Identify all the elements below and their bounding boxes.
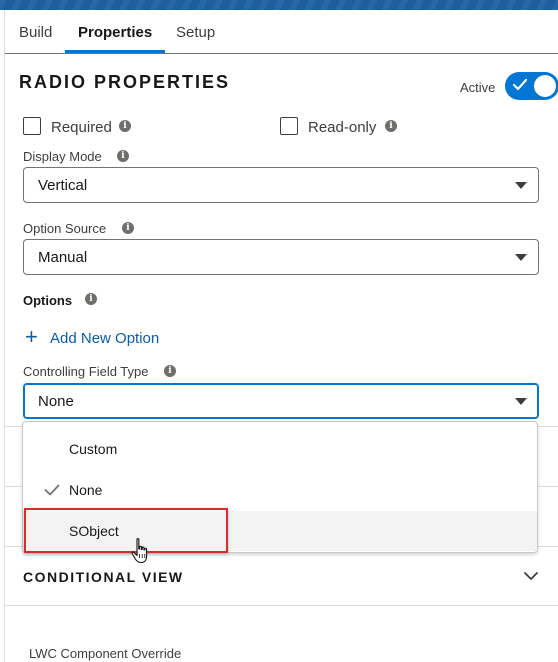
highlight-annotation <box>24 508 228 553</box>
controlling-field-type-label: Controlling Field Type <box>23 364 149 379</box>
controlling-field-type-select[interactable]: None <box>23 383 539 419</box>
plus-icon: + <box>25 324 38 349</box>
option-label: None <box>69 482 103 498</box>
option-label: Custom <box>69 441 118 457</box>
option-none[interactable]: None <box>23 470 537 510</box>
option-source-value: Manual <box>38 249 88 266</box>
display-mode-label: Display Mode <box>23 149 102 164</box>
properties-panel: Build Properties Setup RADIO PROPERTIES … <box>4 10 558 662</box>
caret-down-icon <box>515 254 527 261</box>
caret-down-icon <box>515 398 527 405</box>
info-icon[interactable]: i <box>85 293 97 305</box>
display-mode-value: Vertical <box>38 177 88 194</box>
readonly-label: Read-only <box>308 119 377 136</box>
tab-properties[interactable]: Properties <box>78 24 152 41</box>
info-icon[interactable]: i <box>164 365 176 377</box>
active-tab-indicator <box>65 50 165 53</box>
check-icon <box>512 78 528 91</box>
info-icon[interactable]: i <box>122 222 134 234</box>
tab-setup[interactable]: Setup <box>176 24 215 41</box>
tab-bar: Build Properties Setup <box>5 10 558 54</box>
info-icon[interactable]: i <box>117 150 129 162</box>
readonly-checkbox[interactable] <box>280 117 298 135</box>
option-source-label: Option Source <box>23 221 107 236</box>
active-toggle-label: Active <box>460 80 496 95</box>
controlling-field-type-value: None <box>38 393 74 410</box>
toggle-knob <box>534 75 556 97</box>
active-toggle[interactable] <box>505 72 558 100</box>
required-checkbox[interactable] <box>23 117 41 135</box>
required-label: Required <box>51 119 112 136</box>
add-new-option-label: Add New Option <box>50 330 160 347</box>
tab-build[interactable]: Build <box>19 24 52 41</box>
page-title: RADIO PROPERTIES <box>19 72 231 92</box>
hand-pointer-icon <box>131 538 148 564</box>
option-source-select[interactable]: Manual <box>23 239 539 275</box>
lwc-component-override-label: LWC Component Override <box>29 646 182 661</box>
info-icon[interactable]: i <box>385 120 397 132</box>
conditional-view-header[interactable]: CONDITIONAL VIEW <box>23 569 184 585</box>
check-icon <box>44 484 60 496</box>
info-icon[interactable]: i <box>119 120 131 132</box>
caret-down-icon <box>515 182 527 189</box>
divider <box>5 605 558 606</box>
display-mode-select[interactable]: Vertical <box>23 167 539 203</box>
header-banner <box>0 0 558 10</box>
option-custom[interactable]: Custom <box>23 429 537 469</box>
options-label: Options <box>23 293 73 308</box>
chevron-down-icon[interactable] <box>523 568 539 584</box>
